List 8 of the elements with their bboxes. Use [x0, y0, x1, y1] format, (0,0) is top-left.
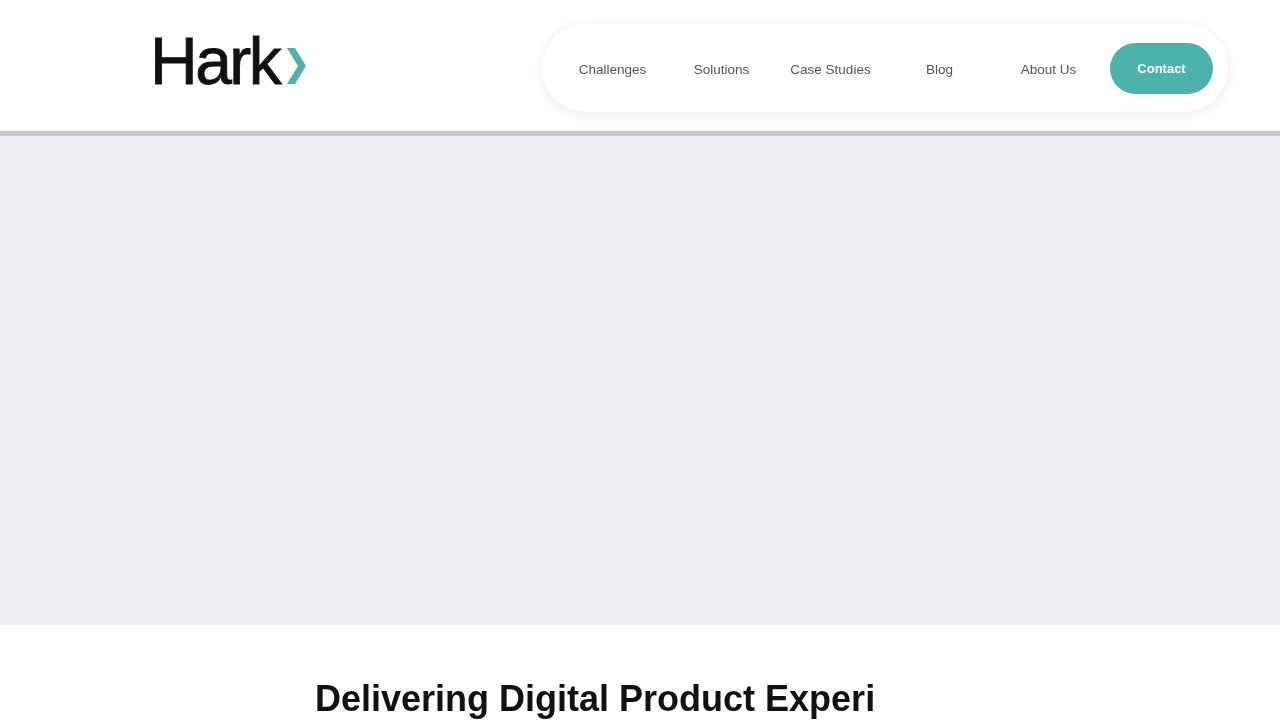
logo-wordmark[interactable]: Hark: [150, 28, 280, 94]
chevron-icon: [287, 48, 307, 84]
nav-link[interactable]: Blog: [885, 59, 994, 77]
nav-link[interactable]: About Us: [994, 59, 1103, 77]
section-heading: Delivering Digital Product Experi: [315, 678, 876, 720]
nav-link[interactable]: Solutions: [667, 59, 776, 77]
nav-link[interactable]: Case Studies: [776, 59, 885, 77]
nav-link[interactable]: Challenges: [558, 59, 667, 77]
